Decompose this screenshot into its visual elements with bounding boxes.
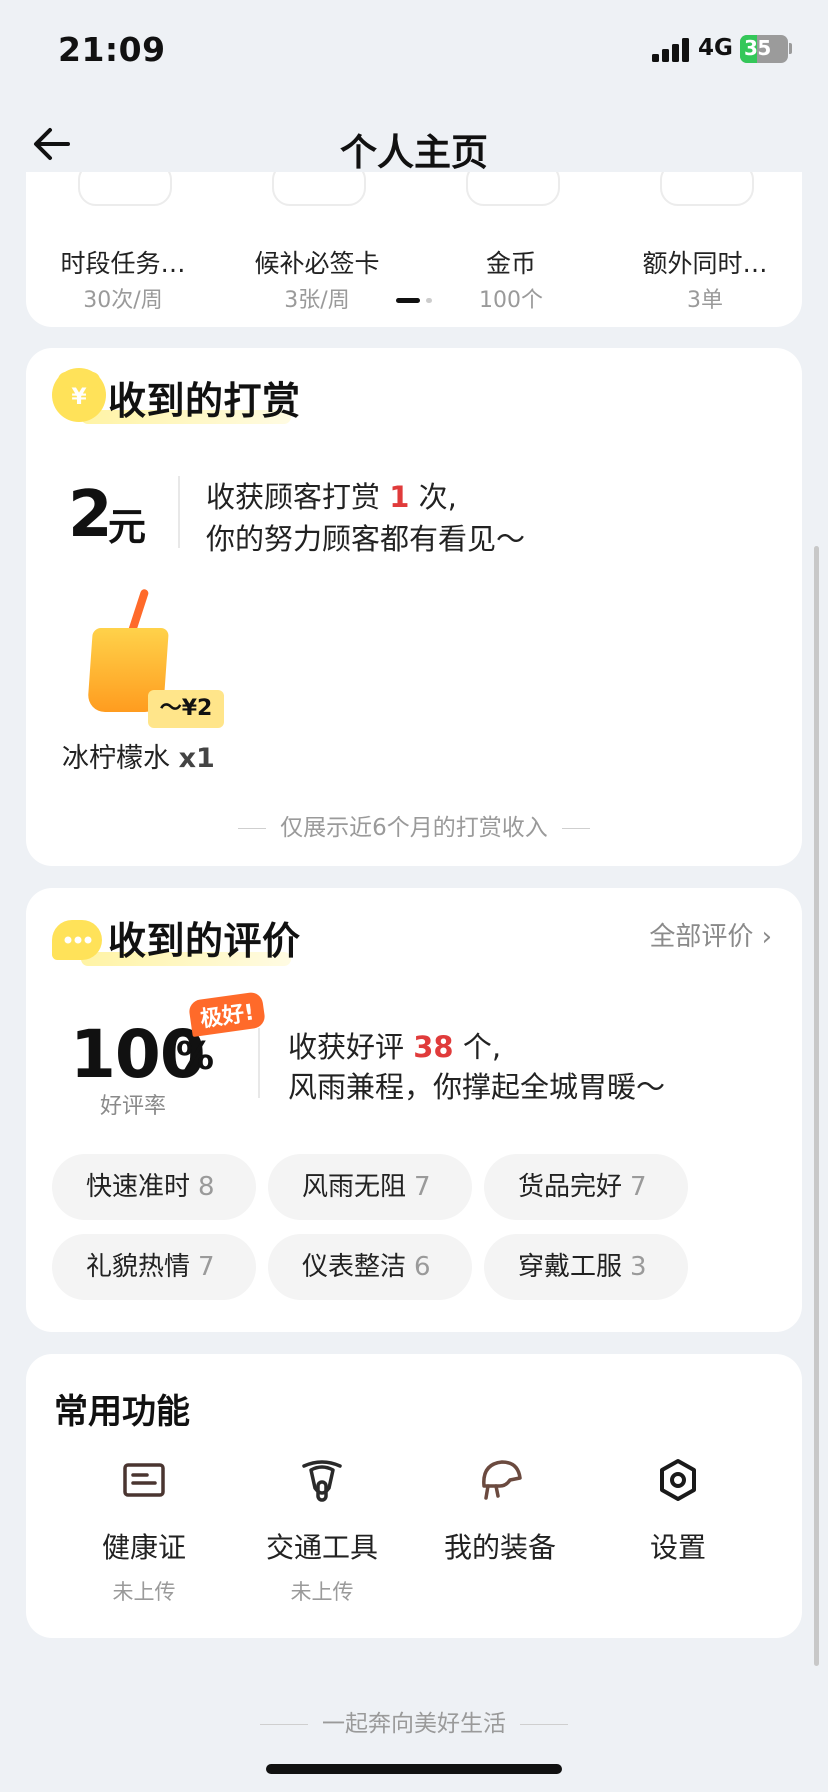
review-tag[interactable]: 风雨无阻 7 (268, 1154, 472, 1220)
function-status: 未上传 (112, 1580, 176, 1604)
lemonade-icon: ～¥2 (70, 588, 240, 738)
battery-level: 35 (744, 36, 771, 60)
review-tag-label: 货品完好 (518, 1172, 623, 1202)
excellent-badge: 极好! (187, 991, 267, 1037)
id-card-icon (120, 1456, 168, 1504)
review-tag-count: 3 (630, 1252, 647, 1282)
benefit-sub: 3张/周 (284, 288, 350, 313)
helmet-icon (476, 1456, 524, 1504)
reviews-line1-suffix: 个, (462, 1030, 502, 1064)
reviews-title: 收到的评价 (108, 919, 301, 963)
function-name: 我的装备 (443, 1531, 556, 1564)
benefit-icon (78, 172, 172, 206)
benefits-card: 时段任务… 30次/周 候补必签卡 3张/周 金币 100个 额外同时… 3单 (26, 172, 802, 327)
review-tag-count: 7 (630, 1172, 647, 1202)
reward-summary-line1: 收获顾客打赏 1 次, (206, 474, 457, 516)
battery-icon: 35 (740, 35, 788, 63)
function-health-certificate[interactable]: 健康证 未上传 (54, 1456, 234, 1606)
function-vehicle[interactable]: 交通工具 未上传 (232, 1456, 412, 1606)
common-functions-card: 常用功能 健康证 未上传 交通工具 未上传 我的装备 设置 (26, 1354, 802, 1638)
chat-badge-icon (52, 920, 102, 960)
home-indicator[interactable] (266, 1764, 562, 1774)
reward-count: 1 (389, 480, 410, 514)
status-bar: 21:09 4G 35 (0, 0, 828, 100)
benefit-sub: 3单 (687, 288, 723, 313)
benefit-name: 额外同时… (642, 249, 768, 278)
function-name: 设置 (649, 1531, 706, 1564)
function-status: 未上传 (290, 1580, 354, 1604)
reward-title: 收到的打赏 (108, 379, 301, 423)
benefit-name: 时段任务… (60, 249, 186, 278)
page-dot-active (396, 298, 420, 303)
gift-qty: x1 (178, 743, 215, 774)
status-time: 21:09 (58, 30, 166, 69)
review-tag[interactable]: 快速准时 8 (52, 1154, 256, 1220)
footer-slogan: 一起奔向美好生活 (0, 1704, 828, 1738)
gift-name: 冰柠檬水 (62, 743, 170, 774)
review-tag-count: 8 (198, 1172, 215, 1202)
function-name: 交通工具 (265, 1531, 378, 1564)
benefit-name: 候补必签卡 (254, 249, 380, 278)
review-tag-count: 7 (198, 1252, 215, 1282)
reward-amount: 2 (68, 478, 113, 552)
review-tag-count: 7 (414, 1172, 431, 1202)
reward-summary-line2: 你的努力顾客都有看见～ (206, 522, 526, 556)
all-reviews-link[interactable]: 全部评价 › (649, 916, 772, 953)
scooter-icon (298, 1456, 346, 1504)
battery-tip (789, 43, 792, 54)
gear-icon (654, 1456, 702, 1504)
review-tag[interactable]: 货品完好 7 (484, 1154, 688, 1220)
reviews-summary-line2: 风雨兼程，你撑起全城胃暖～ (288, 1070, 666, 1104)
reward-line1-suffix: 次, (418, 480, 457, 514)
benefit-sub: 100个 (479, 288, 543, 313)
review-tag-label: 穿戴工服 (518, 1252, 623, 1282)
divider (178, 476, 180, 548)
footer-slogan-text: 一起奔向美好生活 (322, 1711, 506, 1737)
function-name: 健康证 (101, 1531, 186, 1564)
positive-rate-label: 好评率 (100, 1094, 167, 1119)
reward-footnote: 仅展示近6个月的打赏收入 (26, 808, 802, 842)
reviews-line1-prefix: 收获好评 (288, 1030, 405, 1064)
reward-line1-prefix: 收获顾客打赏 (206, 480, 381, 514)
divider (258, 1028, 260, 1098)
benefit-icon (660, 172, 754, 206)
gift-label: 冰柠檬水 x1 (62, 736, 215, 775)
svg-text:¥: ¥ (71, 385, 87, 410)
signal-icon (652, 38, 692, 62)
reviews-summary-line1: 收获好评 38 个, (288, 1024, 501, 1066)
review-tag[interactable]: 穿戴工服 3 (484, 1234, 688, 1300)
yuan-badge-icon: ¥ (52, 368, 106, 422)
benefit-icon (272, 172, 366, 206)
benefit-icon (466, 172, 560, 206)
review-tag[interactable]: 礼貌热情 7 (52, 1234, 256, 1300)
benefit-sub: 30次/周 (83, 288, 163, 313)
scrollbar[interactable] (814, 546, 819, 1666)
page-title: 个人主页 (340, 131, 488, 174)
network-type: 4G (698, 35, 733, 61)
common-functions-title: 常用功能 (54, 1392, 190, 1432)
reward-unit: 元 (108, 505, 147, 549)
percent-sign: % (176, 1034, 215, 1078)
gift-price-tag: ～¥2 (148, 690, 224, 728)
reward-footnote-text: 仅展示近6个月的打赏收入 (280, 815, 548, 841)
review-tag[interactable]: 仪表整洁 6 (268, 1234, 472, 1300)
function-settings[interactable]: 设置 (588, 1456, 768, 1576)
benefit-name: 金币 (485, 249, 536, 278)
review-tag-label: 礼貌热情 (86, 1252, 191, 1282)
function-equipment[interactable]: 我的装备 (410, 1456, 590, 1576)
review-tag-count: 6 (414, 1252, 431, 1282)
reward-card: ¥ 收到的打赏 2 元 收获顾客打赏 1 次, 你的努力顾客都有看见～ ～¥2 … (26, 348, 802, 866)
review-tag-label: 仪表整洁 (302, 1252, 407, 1282)
review-tag-label: 快速准时 (86, 1172, 191, 1202)
review-tag-label: 风雨无阻 (302, 1172, 407, 1202)
reviews-card: 收到的评价 全部评价 › 100 % 极好! 好评率 收获好评 38 个, 风雨… (26, 888, 802, 1332)
page-dot (426, 298, 432, 303)
reviews-count: 38 (413, 1030, 454, 1064)
